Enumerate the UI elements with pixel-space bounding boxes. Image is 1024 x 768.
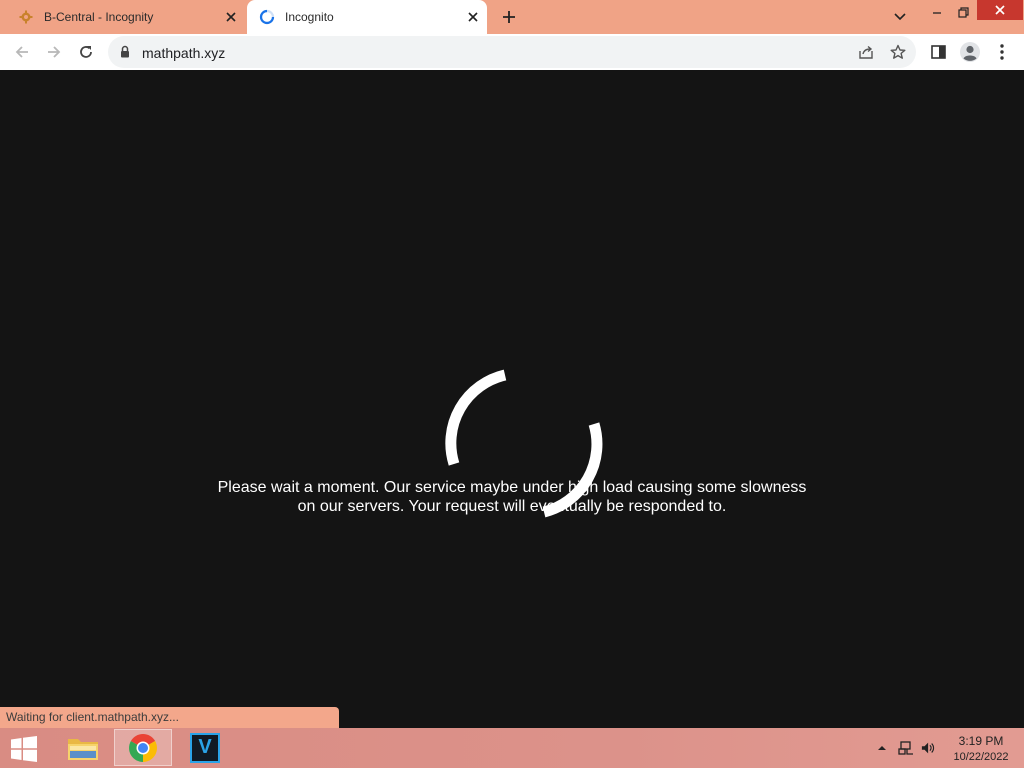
close-window-button[interactable] <box>977 0 1023 20</box>
close-icon <box>995 5 1005 15</box>
tab-b-central[interactable]: B-Central - Incognity <box>0 0 245 34</box>
network-icon[interactable] <box>898 740 914 756</box>
profile-button[interactable] <box>956 38 984 66</box>
taskbar: V 3:19 PM 10/22/2022 <box>0 728 1024 768</box>
clock-time: 3:19 PM <box>958 734 1004 748</box>
new-tab-button[interactable] <box>497 5 521 29</box>
chevron-up-icon <box>878 746 886 750</box>
restore-button[interactable] <box>950 0 976 24</box>
folder-icon <box>68 738 98 760</box>
lock-icon[interactable] <box>120 45 130 63</box>
show-hidden-icons-button[interactable] <box>874 740 890 756</box>
bookmark-star-icon[interactable] <box>886 40 910 64</box>
gear-favicon-icon <box>18 9 34 25</box>
loading-message-line: Please wait a moment. Our service maybe … <box>217 479 807 496</box>
tab-search-button[interactable] <box>886 5 914 29</box>
status-bubble: Waiting for client.mathpath.xyz... <box>0 707 339 728</box>
start-button[interactable] <box>6 733 42 765</box>
share-icon[interactable] <box>854 40 878 64</box>
page-content: Please wait a moment. Our service maybe … <box>0 70 1024 728</box>
back-arrow-icon <box>15 46 28 58</box>
windows-logo-icon <box>11 736 37 762</box>
plus-icon <box>503 11 515 23</box>
side-panel-icon <box>930 45 946 59</box>
taskbar-clock[interactable]: 3:19 PM 10/22/2022 <box>944 733 1018 765</box>
tab-close-icon[interactable] <box>461 5 485 29</box>
menu-button[interactable] <box>988 38 1016 66</box>
volume-icon[interactable] <box>921 740 937 756</box>
profile-icon <box>960 42 980 62</box>
forward-arrow-icon <box>48 46 61 58</box>
loading-message: Please wait a moment. Our service maybe … <box>200 478 824 516</box>
back-button[interactable] <box>8 38 36 66</box>
v-app-letter: V <box>198 736 212 758</box>
loading-spinner-favicon-icon <box>259 9 275 25</box>
browser-toolbar: mathpath.xyz <box>0 34 1024 70</box>
forward-button[interactable] <box>40 38 68 66</box>
minimize-icon <box>933 12 941 14</box>
restore-icon <box>957 6 969 18</box>
tab-title: Incognito <box>285 10 334 24</box>
chrome-icon <box>129 733 157 762</box>
kebab-menu-icon <box>1000 44 1004 60</box>
minimize-button[interactable] <box>924 0 950 24</box>
taskbar-file-explorer[interactable] <box>54 729 112 766</box>
chevron-down-icon <box>894 13 906 21</box>
tab-close-icon[interactable] <box>219 5 243 29</box>
reload-button[interactable] <box>72 38 100 66</box>
side-panel-button[interactable] <box>924 38 952 66</box>
tab-incognito[interactable]: Incognito <box>247 0 487 34</box>
tab-strip: B-Central - Incognity Incognito <box>0 0 1024 34</box>
taskbar-chrome[interactable] <box>114 729 172 766</box>
tab-title: B-Central - Incognity <box>44 10 154 24</box>
address-bar[interactable]: mathpath.xyz <box>108 36 916 68</box>
v-app-icon: V <box>190 732 220 763</box>
url-text[interactable]: mathpath.xyz <box>142 45 225 61</box>
taskbar-v-app[interactable]: V <box>176 729 234 766</box>
loading-message-line: on our servers. Your request will eventu… <box>297 498 727 515</box>
reload-icon <box>80 46 92 58</box>
clock-date: 10/22/2022 <box>953 751 1009 763</box>
